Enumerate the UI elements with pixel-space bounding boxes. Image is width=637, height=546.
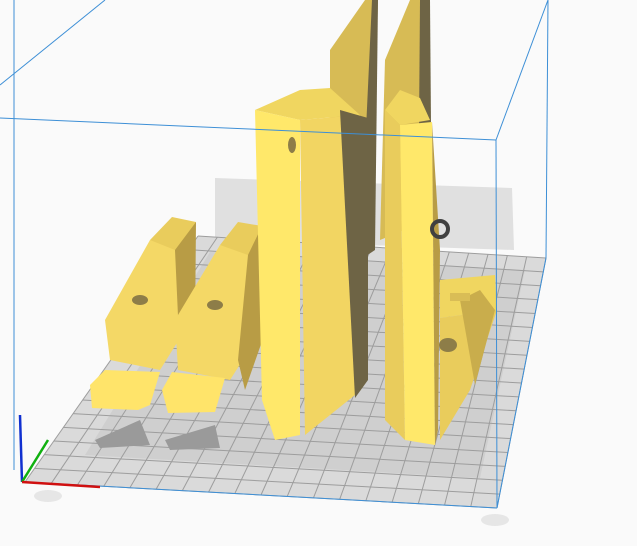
scene[interactable] <box>0 0 637 546</box>
model-part-tall-front-1[interactable] <box>255 88 368 440</box>
3d-viewport[interactable] <box>0 0 637 546</box>
plate-foot <box>481 514 509 526</box>
axis-z <box>18 414 24 483</box>
plate-foot <box>34 490 62 502</box>
model-part-tall-front-2[interactable] <box>385 90 440 445</box>
